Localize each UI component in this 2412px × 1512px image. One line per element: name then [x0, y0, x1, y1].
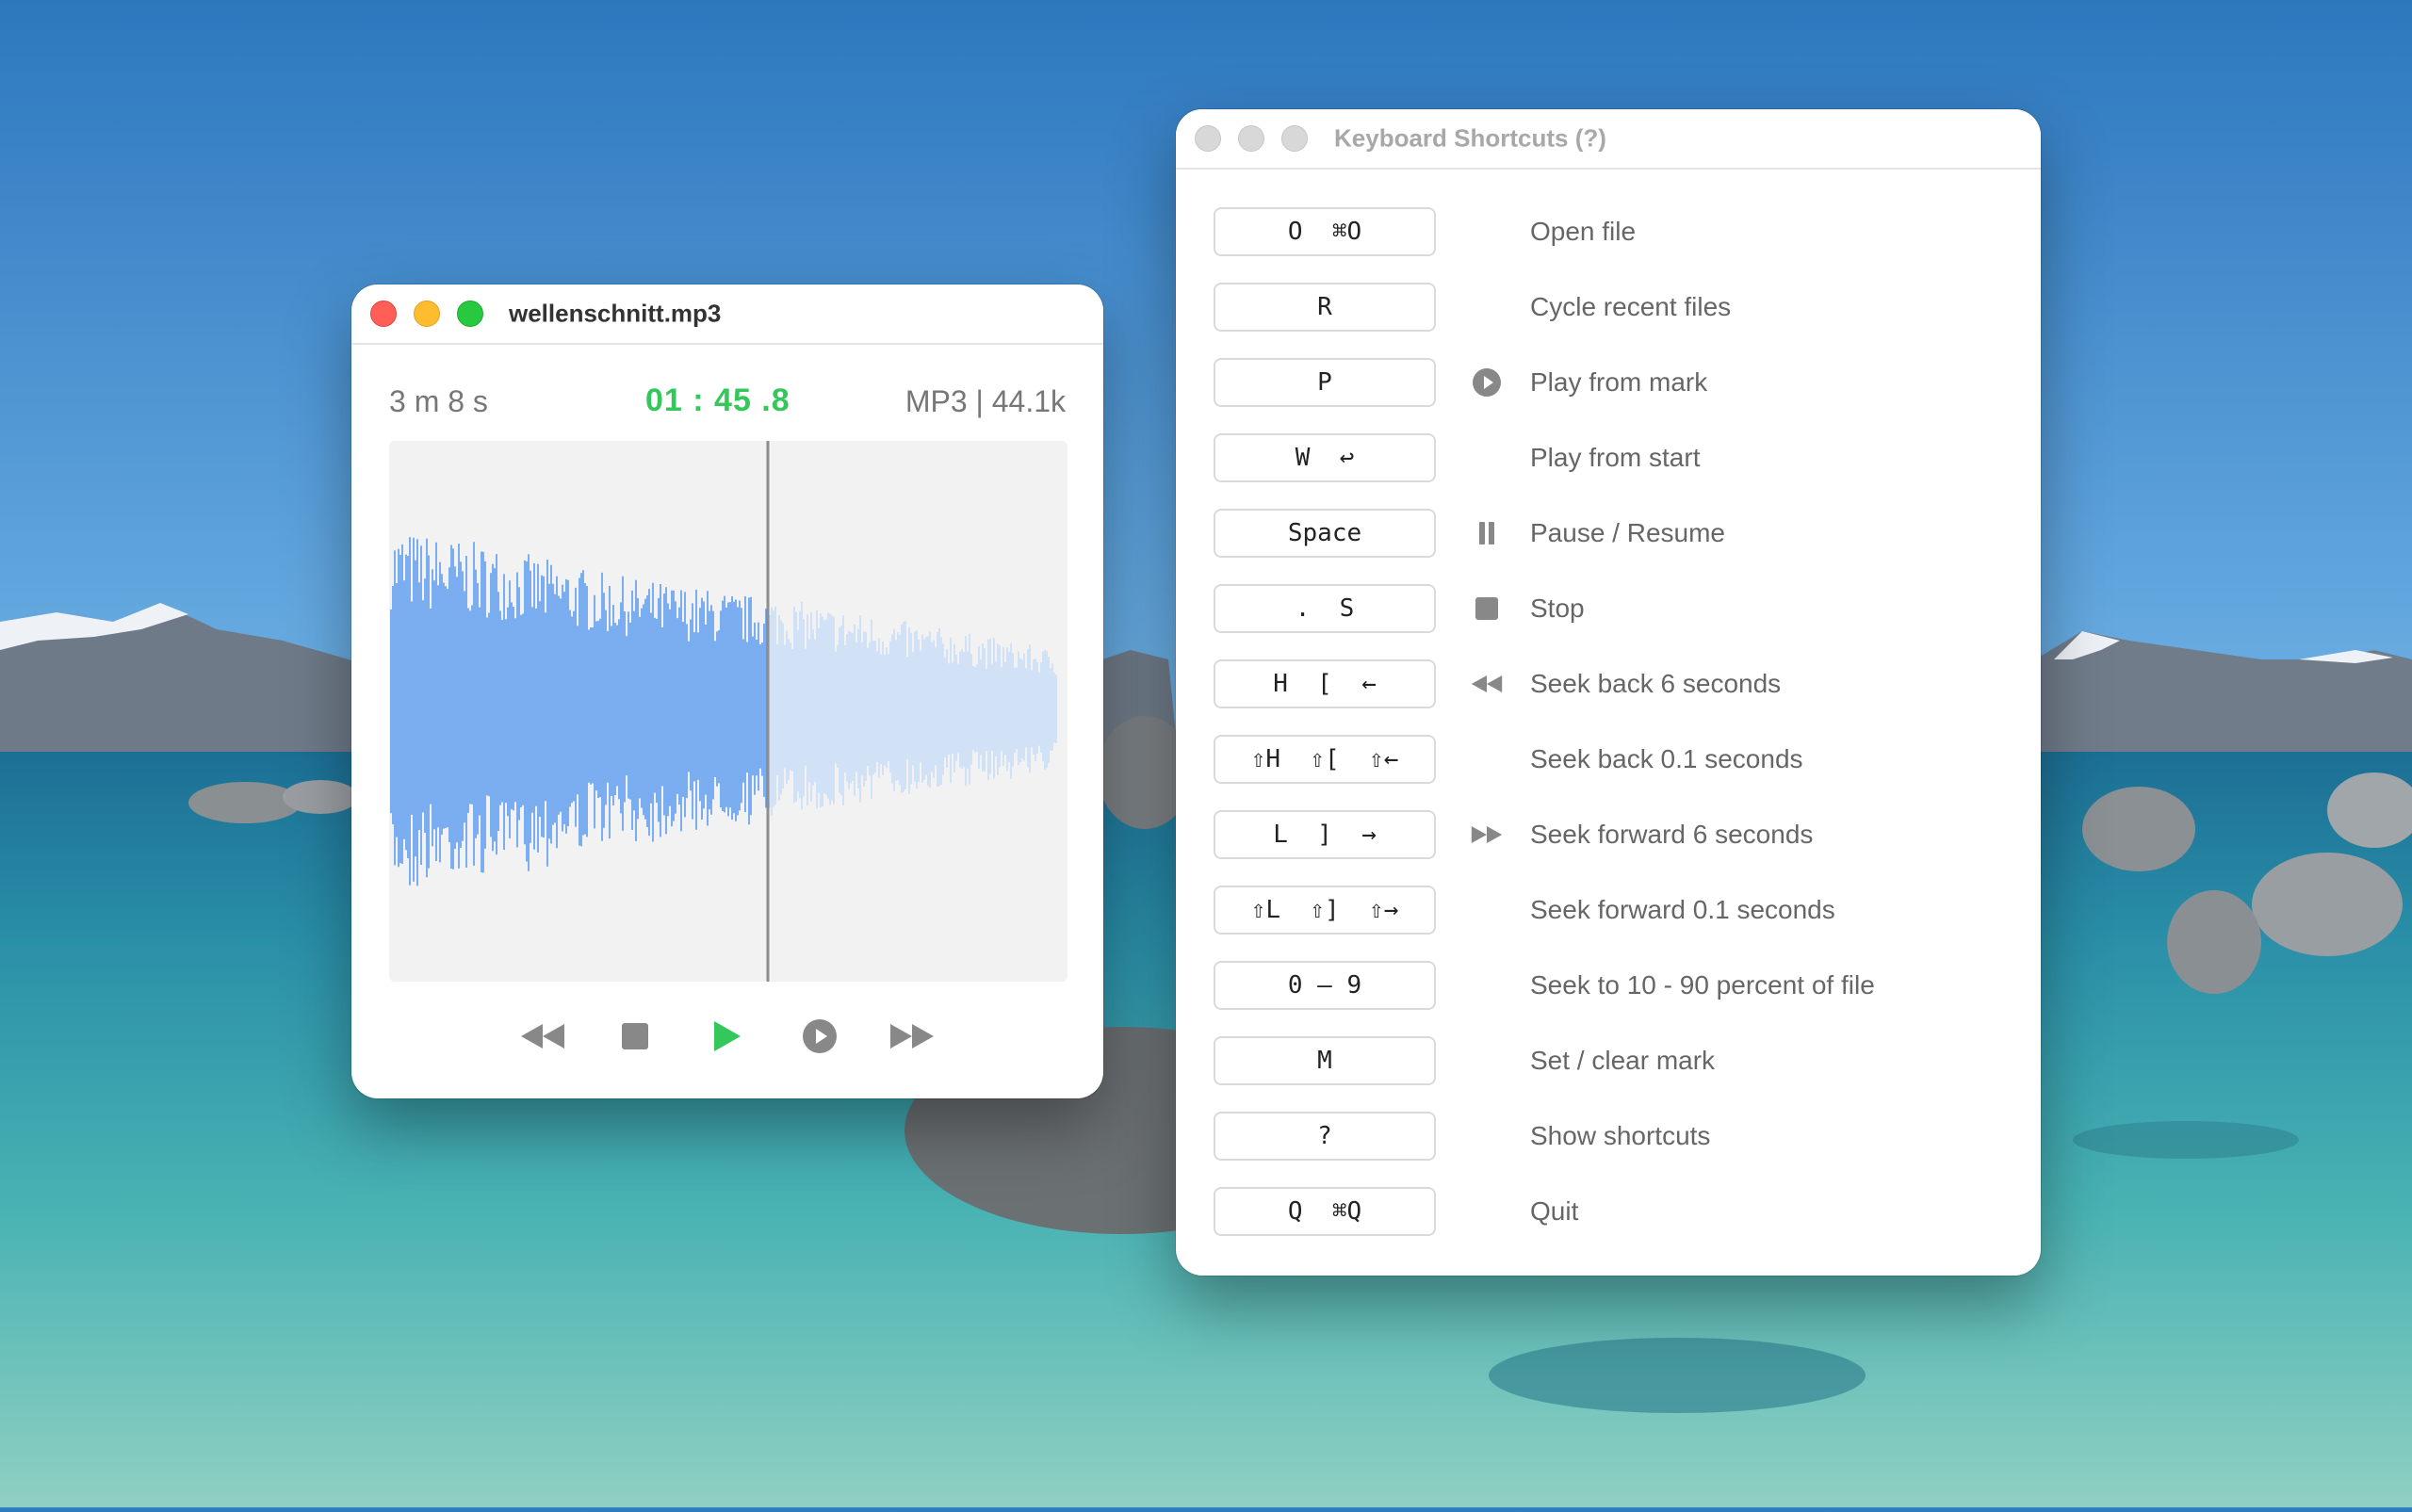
shortcut-key: 0 – 9 [1214, 961, 1436, 1010]
shortcuts-window: Keyboard Shortcuts (?) O ⌘O Open file R Cyc… [1176, 109, 2041, 1276]
shortcut-row: ? Show shortcuts [1176, 1112, 2041, 1187]
window-controls [370, 301, 483, 327]
shortcut-description: Pause / Resume [1530, 518, 1725, 547]
rewind-icon [521, 1024, 564, 1049]
minimize-button[interactable] [414, 301, 440, 327]
shortcut-row: M Set / clear mark [1176, 1036, 2041, 1112]
shortcut-key: ⇧H ⇧[ ⇧← [1214, 735, 1436, 784]
waveform-graphic [390, 441, 1057, 982]
format-label: MP3 | 44.1k [904, 384, 1066, 418]
shortcut-description: Cycle recent files [1530, 292, 1732, 321]
shortcut-key: M [1214, 1036, 1436, 1085]
shortcut-description: Seek back 0.1 seconds [1530, 744, 1803, 773]
duration-label: 3 m 8 s [389, 384, 488, 418]
zoom-button[interactable] [457, 301, 483, 327]
shortcut-key: O ⌘O [1214, 207, 1436, 256]
fast-forward-icon [890, 1024, 934, 1049]
play-circle-icon [1470, 367, 1504, 398]
shortcut-key: Space [1214, 509, 1436, 558]
shortcut-description: Seek to 10 - 90 percent of file [1530, 970, 1875, 1000]
shortcut-row: P Play from mark [1176, 358, 2041, 433]
shortcut-row: Space Pause / Resume [1176, 509, 2041, 584]
shortcut-key: H [ ← [1214, 659, 1436, 708]
transport-controls [351, 1008, 1103, 1065]
pause-icon [1470, 518, 1504, 548]
play-from-mark-icon [803, 1019, 837, 1053]
shortcut-description: Seek forward 6 seconds [1530, 820, 1814, 849]
shortcut-row: R Cycle recent files [1176, 283, 2041, 358]
shortcut-description: Play from mark [1530, 367, 1708, 397]
rewind-icon [1470, 669, 1504, 699]
shortcut-key: ⇧L ⇧] ⇧→ [1214, 886, 1436, 935]
shortcut-row: ⇧H ⇧[ ⇧← Seek back 0.1 seconds [1176, 735, 2041, 810]
shortcut-description: Stop [1530, 593, 1585, 623]
zoom-button[interactable] [1281, 125, 1308, 152]
player-titlebar[interactable]: wellenschnitt.mp3 [351, 285, 1103, 345]
window-title: wellenschnitt.mp3 [509, 299, 722, 328]
shortcut-row: ⇧L ⇧] ⇧→ Seek forward 0.1 seconds [1176, 886, 2041, 961]
close-button[interactable] [1195, 125, 1221, 152]
stop-icon [1470, 593, 1504, 624]
shortcut-key: . S [1214, 584, 1436, 633]
window-controls [1195, 125, 1308, 152]
rewind-button[interactable] [519, 1013, 566, 1060]
shortcut-description: Seek back 6 seconds [1530, 669, 1782, 698]
player-window: wellenschnitt.mp3 3 m 8 s 01 : 45 .8 MP3… [351, 285, 1103, 1098]
fast-forward-icon [1470, 820, 1504, 850]
shortcut-key: P [1214, 358, 1436, 407]
play-icon [714, 1021, 741, 1051]
shortcut-list: O ⌘O Open file R Cycle recent files P Play fr… [1176, 207, 2041, 1262]
shortcut-key: R [1214, 283, 1436, 332]
stop-button[interactable] [611, 1013, 659, 1060]
play-from-mark-button[interactable] [796, 1013, 843, 1060]
minimize-button[interactable] [1238, 125, 1264, 152]
play-button[interactable] [704, 1013, 751, 1060]
shortcut-row: L ] → Seek forward 6 seconds [1176, 810, 2041, 886]
shortcut-row: . S Stop [1176, 584, 2041, 659]
window-title: Keyboard Shortcuts (?) [1334, 123, 1606, 153]
shortcut-key: W ↩ [1214, 433, 1436, 482]
shortcut-description: Set / clear mark [1530, 1046, 1716, 1075]
shortcut-key: ? [1214, 1112, 1436, 1161]
waveform-view[interactable] [389, 441, 1067, 982]
shortcut-description: Show shortcuts [1530, 1121, 1711, 1150]
close-button[interactable] [370, 301, 397, 327]
info-bar: 3 m 8 s 01 : 45 .8 MP3 | 44.1k [351, 345, 1103, 439]
current-time-label: 01 : 45 .8 [645, 382, 790, 418]
shortcut-description: Quit [1530, 1196, 1579, 1226]
shortcut-description: Play from start [1530, 443, 1701, 472]
shortcut-row: 0 – 9 Seek to 10 - 90 percent of file [1176, 961, 2041, 1036]
shortcut-key: L ] → [1214, 810, 1436, 859]
shortcut-row: Q ⌘Q Quit [1176, 1187, 2041, 1262]
shortcut-row: H [ ← Seek back 6 seconds [1176, 659, 2041, 735]
shortcut-row: O ⌘O Open file [1176, 207, 2041, 283]
shortcut-description: Seek forward 0.1 seconds [1530, 895, 1835, 924]
fast-forward-button[interactable] [888, 1013, 936, 1060]
shortcut-row: W ↩ Play from start [1176, 433, 2041, 509]
stop-icon [622, 1023, 648, 1049]
shortcuts-titlebar[interactable]: Keyboard Shortcuts (?) [1176, 109, 2041, 170]
shortcut-key: Q ⌘Q [1214, 1187, 1436, 1236]
shortcut-description: Open file [1530, 217, 1637, 246]
